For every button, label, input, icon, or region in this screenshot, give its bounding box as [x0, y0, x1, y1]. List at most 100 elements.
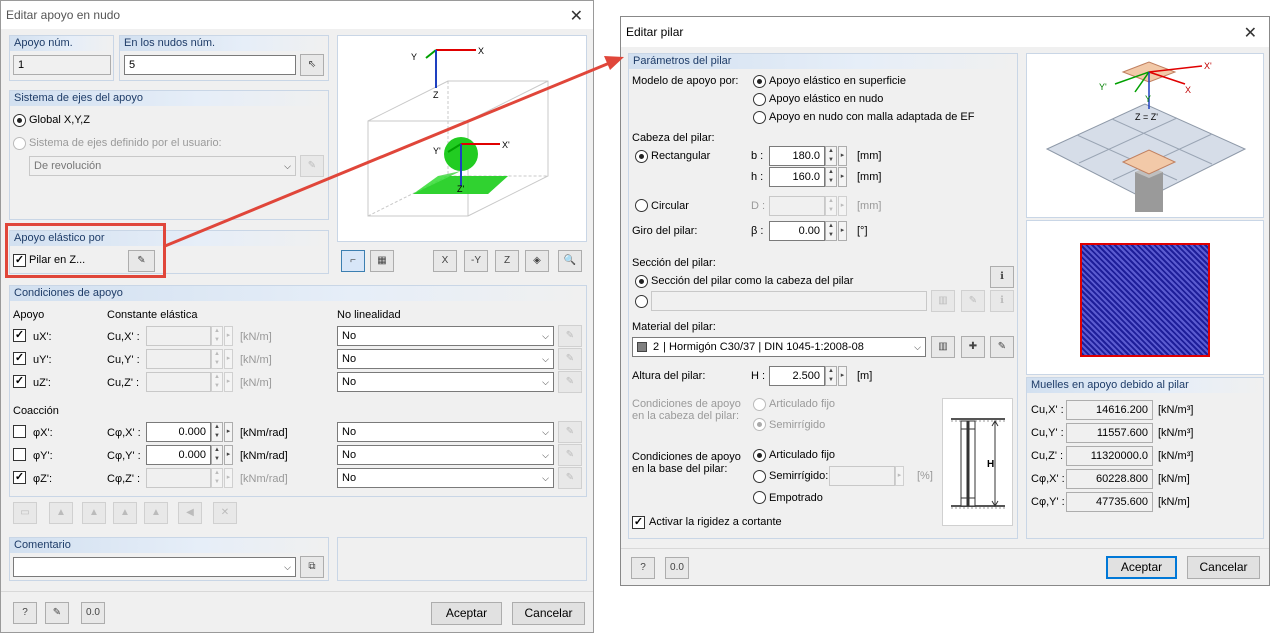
- section-head-radio[interactable]: [635, 275, 648, 288]
- phix-constant[interactable]: 0.000: [146, 422, 211, 442]
- basecond-semirigid-input[interactable]: [829, 466, 895, 486]
- h-arrow[interactable]: ▸: [838, 167, 847, 187]
- phiz-spinner[interactable]: ▲ ▼: [211, 468, 223, 488]
- phiz-constant[interactable]: [146, 468, 211, 488]
- user-axes-radio[interactable]: [13, 137, 26, 150]
- phiy-spinner[interactable]: ▲ ▼: [211, 445, 223, 465]
- basecond-semirigid-arrow[interactable]: ▸: [895, 466, 904, 486]
- uz-constant[interactable]: [146, 372, 211, 392]
- nodes-input[interactable]: 5: [124, 55, 296, 75]
- headcond-pinned-radio[interactable]: [753, 398, 766, 411]
- section-custom-field[interactable]: [651, 291, 927, 311]
- section-info-button[interactable]: ℹ: [990, 266, 1014, 288]
- uz-spinner[interactable]: ▲ ▼: [211, 372, 223, 392]
- view-x-button[interactable]: X: [433, 250, 457, 272]
- d-input[interactable]: [769, 196, 825, 216]
- view-z-button[interactable]: Z: [495, 250, 519, 272]
- view-iso-button[interactable]: ◈: [525, 250, 549, 272]
- close-icon[interactable]: ✕: [570, 6, 583, 26]
- d-arrow[interactable]: ▸: [838, 196, 847, 216]
- phix-edit-button[interactable]: ✎: [558, 421, 582, 443]
- phiy-nonlin-select[interactable]: No ⌵: [337, 445, 554, 465]
- h-spinner[interactable]: ▲ ▼: [825, 167, 837, 187]
- phiz-checkbox[interactable]: ✓: [13, 471, 26, 484]
- height-input[interactable]: 2.500: [769, 366, 825, 386]
- phix-nonlin-select[interactable]: No ⌵: [337, 422, 554, 442]
- rot-arrow[interactable]: ▸: [838, 221, 847, 241]
- ux-constant[interactable]: [146, 326, 211, 346]
- preset-y-button[interactable]: ▲: [144, 502, 168, 524]
- section-custom-radio[interactable]: [635, 295, 648, 308]
- phix-spinner[interactable]: ▲ ▼: [211, 422, 223, 442]
- uy-nonlin-select[interactable]: No ⌵: [337, 349, 554, 369]
- user-axes-select[interactable]: De revolución ⌵: [29, 156, 296, 176]
- view-axes-button[interactable]: ⌐: [341, 250, 365, 272]
- basecond-semirigid-radio[interactable]: [753, 470, 766, 483]
- material-library-button[interactable]: ▥: [931, 336, 955, 358]
- rot-spinner[interactable]: ▲ ▼: [825, 221, 837, 241]
- comment-input[interactable]: ⌵: [13, 557, 296, 577]
- height-arrow[interactable]: ▸: [838, 366, 847, 386]
- view-minus-y-button[interactable]: -Y: [464, 250, 488, 272]
- h-input[interactable]: 160.0: [769, 167, 825, 187]
- model-mesh-radio[interactable]: [753, 111, 766, 124]
- phix-arrow[interactable]: ▸: [224, 422, 233, 442]
- uy-arrow[interactable]: ▸: [224, 349, 233, 369]
- phiz-arrow[interactable]: ▸: [224, 468, 233, 488]
- rot-input[interactable]: 0.00: [769, 221, 825, 241]
- basecond-pinned-radio[interactable]: [753, 449, 766, 462]
- height-spinner[interactable]: ▲ ▼: [825, 366, 837, 386]
- b-spinner[interactable]: ▲ ▼: [825, 146, 837, 166]
- ux-checkbox[interactable]: ✓: [13, 329, 26, 342]
- global-axes-radio[interactable]: [13, 114, 26, 127]
- preset-fixed-button[interactable]: ▲: [49, 502, 73, 524]
- section-edit-button[interactable]: ✎: [961, 290, 985, 312]
- uz-arrow[interactable]: ▸: [224, 372, 233, 392]
- phiy-edit-button[interactable]: ✎: [558, 444, 582, 466]
- uz-nonlin-select[interactable]: No ⌵: [337, 372, 554, 392]
- model-surface-radio[interactable]: [753, 75, 766, 88]
- ux-spinner[interactable]: ▲ ▼: [211, 326, 223, 346]
- ux-edit-button[interactable]: ✎: [558, 325, 582, 347]
- model-node-radio[interactable]: [753, 93, 766, 106]
- phiz-nonlin-select[interactable]: No ⌵: [337, 468, 554, 488]
- section-library-button[interactable]: ▥: [931, 290, 955, 312]
- headcond-semirigid-radio[interactable]: [753, 418, 766, 431]
- b-input[interactable]: 180.0: [769, 146, 825, 166]
- preset-free-button[interactable]: ✕: [213, 502, 237, 524]
- help-button[interactable]: ?: [13, 602, 37, 624]
- b-arrow[interactable]: ▸: [838, 146, 847, 166]
- phiy-checkbox[interactable]: [13, 448, 26, 461]
- units-button[interactable]: 0.0: [81, 602, 105, 624]
- uy-constant[interactable]: [146, 349, 211, 369]
- preset-roller-button[interactable]: ▲: [82, 502, 106, 524]
- view-color-button[interactable]: ▦: [370, 250, 394, 272]
- ok-button[interactable]: Aceptar: [431, 602, 502, 625]
- basecond-fixed-radio[interactable]: [753, 491, 766, 504]
- pick-node-button[interactable]: ⇖: [300, 54, 324, 76]
- ux-nonlin-select[interactable]: No ⌵: [337, 326, 554, 346]
- column-units-button[interactable]: 0.0: [665, 557, 689, 579]
- shear-checkbox[interactable]: ✓: [632, 516, 645, 529]
- ux-arrow[interactable]: ▸: [224, 326, 233, 346]
- head-rect-radio[interactable]: [635, 150, 648, 163]
- edit-axes-button[interactable]: ✎: [300, 155, 324, 177]
- phiy-arrow[interactable]: ▸: [224, 445, 233, 465]
- preset-hinged-button[interactable]: ▭: [13, 502, 37, 524]
- column-ok-button[interactable]: Aceptar: [1106, 556, 1177, 579]
- uy-spinner[interactable]: ▲ ▼: [211, 349, 223, 369]
- phiz-edit-button[interactable]: ✎: [558, 467, 582, 489]
- view-zoom-button[interactable]: 🔍: [558, 250, 582, 272]
- preset-wall-button[interactable]: ◀: [178, 502, 202, 524]
- notes-button[interactable]: ✎: [45, 602, 69, 624]
- close-icon[interactable]: ✕: [1244, 23, 1257, 43]
- phix-checkbox[interactable]: [13, 425, 26, 438]
- uy-edit-button[interactable]: ✎: [558, 348, 582, 370]
- d-spinner[interactable]: ▲ ▼: [825, 196, 837, 216]
- column-help-button[interactable]: ?: [631, 557, 655, 579]
- section-info2-button[interactable]: ℹ: [990, 290, 1014, 312]
- column-cancel-button[interactable]: Cancelar: [1187, 556, 1260, 579]
- uz-edit-button[interactable]: ✎: [558, 371, 582, 393]
- head-circ-radio[interactable]: [635, 199, 648, 212]
- cancel-button[interactable]: Cancelar: [512, 602, 585, 625]
